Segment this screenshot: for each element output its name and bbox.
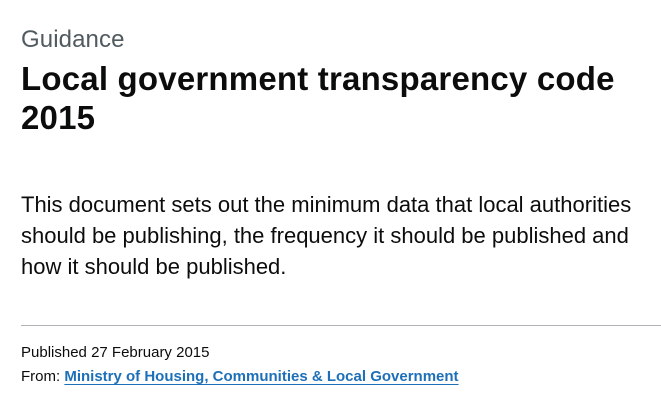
published-row: Published 27 February 2015 (21, 341, 661, 365)
document-type-caption: Guidance (21, 26, 125, 53)
from-row: From: Ministry of Housing, Communities &… (21, 365, 661, 389)
published-label: Published (21, 344, 87, 361)
page-content: Guidance Local government transparency c… (21, 25, 661, 389)
organisation-link[interactable]: Ministry of Housing, Communities & Local… (64, 368, 458, 385)
document-summary: This document sets out the minimum data … (21, 192, 632, 279)
document-metadata: Published 27 February 2015 From: Ministr… (21, 341, 661, 389)
published-date: 27 February 2015 (91, 344, 210, 361)
from-label: From: (21, 368, 61, 385)
page-title: Local government transparency code 2015 (21, 60, 615, 136)
metadata-divider (21, 325, 661, 326)
